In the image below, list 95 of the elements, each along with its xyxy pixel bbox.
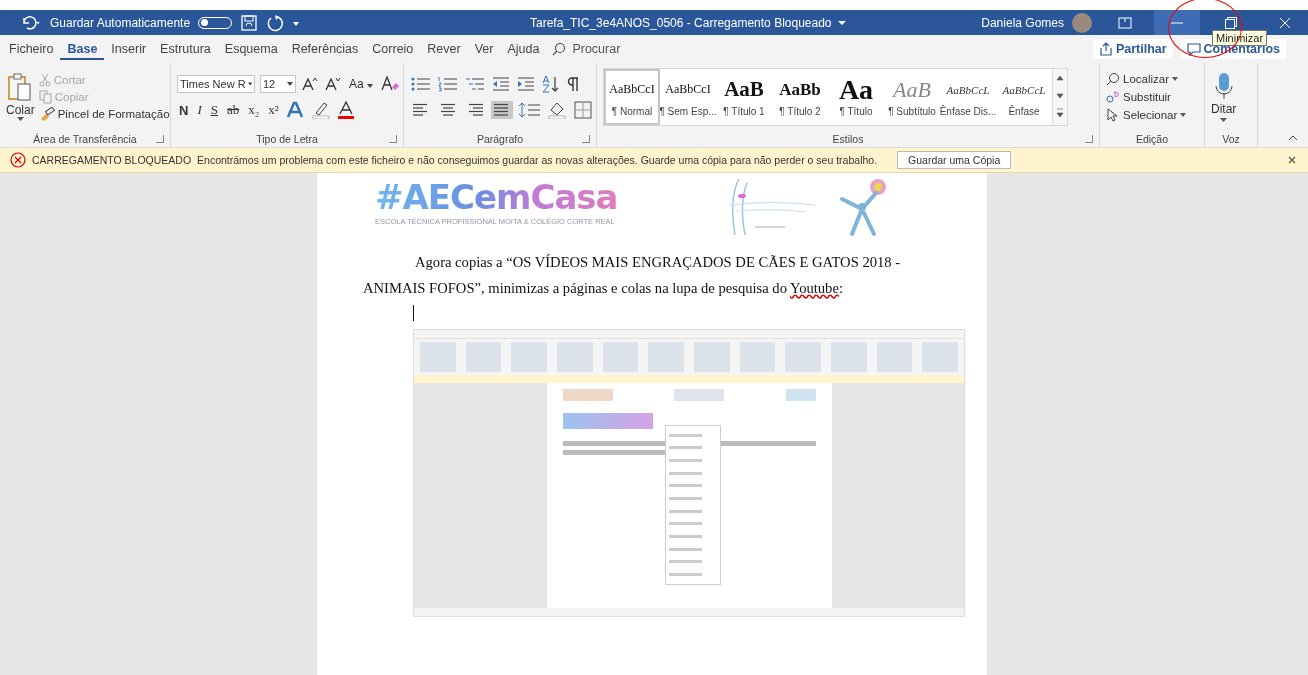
scissors-icon (38, 73, 51, 87)
close-icon (1279, 16, 1291, 29)
menu-tab[interactable]: Inserir (104, 38, 154, 60)
microphone-icon (1214, 71, 1233, 100)
line-spacing-icon[interactable] (518, 102, 542, 118)
minimize-icon (1171, 21, 1183, 24)
autosave-label: Guardar Automaticamente (50, 15, 191, 30)
format-button[interactable]: N (177, 102, 191, 118)
change-case-button[interactable]: Aa (347, 77, 375, 91)
caret-icon (1220, 117, 1228, 123)
group-label: Voz (1222, 133, 1240, 145)
minimize-button[interactable] (1154, 10, 1200, 35)
shading-icon[interactable] (547, 101, 569, 119)
menu-tab[interactable]: Rever (420, 38, 468, 60)
message-text: Encontrámos um problema com este ficheiro e não conseguimos guardar as novas alterações. Guarde uma cópia para não perder o seu trabalho. (197, 154, 878, 166)
group-label: Tipo de Letra (256, 133, 318, 145)
menu-tab[interactable]: Referências (284, 38, 366, 60)
gallery-scroll-icon[interactable] (1052, 69, 1067, 125)
share-icon (1098, 42, 1113, 56)
font-color-icon[interactable] (335, 101, 356, 119)
pilcrow-icon[interactable] (566, 76, 580, 92)
save-copy-button[interactable]: Guardar uma Cópia (897, 151, 1012, 169)
sort-icon[interactable] (541, 75, 561, 93)
style-option[interactable]: AaBbCcI ¶ Normal (604, 69, 660, 125)
decrease-indent-icon[interactable] (491, 76, 511, 92)
highlight-icon[interactable] (310, 101, 331, 119)
undo-icon[interactable] (20, 14, 42, 31)
clipboard-button[interactable]: Pincel de Formatação (38, 107, 170, 121)
pointer-icon (1106, 108, 1120, 122)
increase-indent-icon[interactable] (516, 76, 536, 92)
caret-icon[interactable] (837, 19, 846, 26)
shrink-font-icon[interactable] (324, 76, 342, 92)
dialog-launcher-icon[interactable] (156, 135, 164, 143)
menu-tab[interactable]: Estrutura (153, 38, 218, 60)
font-name-field[interactable]: Times New R (177, 75, 255, 93)
dialog-launcher-icon[interactable] (1085, 135, 1093, 143)
text-effects-icon[interactable] (285, 101, 306, 119)
caret-icon (367, 84, 373, 88)
window-title[interactable]: Tarefa_TIC_3e4ANOS_0506 - Carregamento Bloqueado (530, 15, 832, 30)
format-button[interactable]: I (195, 102, 204, 118)
align-icon (439, 103, 457, 117)
share-button[interactable]: Partilhar (1092, 39, 1173, 59)
menu-tab[interactable]: Esquema (217, 38, 285, 60)
menu-tab[interactable]: Ajuda (500, 38, 547, 60)
clipboard-icon (7, 72, 34, 103)
dictate-button[interactable]: Ditar (1211, 71, 1237, 123)
search-icon[interactable] (552, 42, 567, 56)
format-button[interactable]: ab (224, 102, 242, 118)
paragraph-text: Agora copias a “OS VÍDEOS MAIS ENGRAÇADOS DE CÃES E GATOS 2018 - ANIMAIS FOFOS”, minimizas a páginas e colas na lupa de pesquisa do Youtube: (363, 253, 902, 298)
redo-icon[interactable] (266, 13, 285, 32)
menu-tab[interactable]: Base (60, 38, 105, 60)
clear-formatting-icon[interactable] (380, 75, 400, 93)
group-label: Estilos (832, 133, 864, 145)
align-icon (412, 103, 430, 117)
format-button[interactable]: S (208, 102, 220, 118)
menu-tab[interactable]: Correio (365, 38, 421, 60)
editing-button[interactable]: Localizar (1106, 72, 1179, 86)
format-button[interactable]: x² (266, 102, 281, 118)
copy-icon (38, 90, 52, 104)
caret-icon (247, 82, 252, 86)
group-label: Área de Transferência (33, 133, 137, 145)
restore-icon (1225, 16, 1237, 29)
font-size-field[interactable]: 12 (260, 75, 296, 93)
caret-icon (1172, 77, 1179, 81)
search-field[interactable]: Procurar (570, 41, 645, 57)
group-label: Edição (1135, 133, 1169, 145)
text-cursor (413, 305, 414, 321)
ribbon-display-icon[interactable] (1118, 16, 1132, 29)
paste-button[interactable]: Colar (6, 72, 35, 122)
editing-button[interactable]: Substituir (1106, 90, 1171, 104)
replace-icon (1106, 90, 1120, 104)
search-icon (1106, 72, 1120, 86)
collapse-ribbon-icon[interactable] (1288, 135, 1298, 141)
error-icon (10, 152, 26, 168)
bullets-icon[interactable] (410, 76, 432, 92)
message-title: CARREGAMENTO BLOQUEADO (32, 154, 192, 166)
dialog-launcher-icon[interactable] (389, 135, 397, 143)
align-button[interactable] (491, 101, 513, 119)
grow-font-icon[interactable] (301, 76, 319, 92)
menu-tab[interactable]: Ver (467, 38, 501, 60)
user-name[interactable]: Daniela Gomes (981, 15, 1064, 30)
align-icon (493, 103, 511, 117)
editing-button[interactable]: Selecionar (1106, 108, 1187, 122)
multilevel-list-icon[interactable] (464, 76, 486, 92)
dialog-launcher-icon[interactable] (582, 135, 590, 143)
close-icon[interactable] (1288, 156, 1296, 164)
align-icon (466, 103, 484, 117)
speech-bubble-icon (1186, 42, 1201, 56)
caret-icon (287, 82, 293, 86)
save-icon[interactable] (240, 13, 259, 32)
group-label: Parágrafo (476, 133, 524, 145)
caret-icon (16, 116, 24, 122)
format-button[interactable]: x₂ (246, 102, 262, 118)
caret-icon (1180, 113, 1187, 117)
menu-tab[interactable]: Ficheiro (2, 38, 61, 60)
